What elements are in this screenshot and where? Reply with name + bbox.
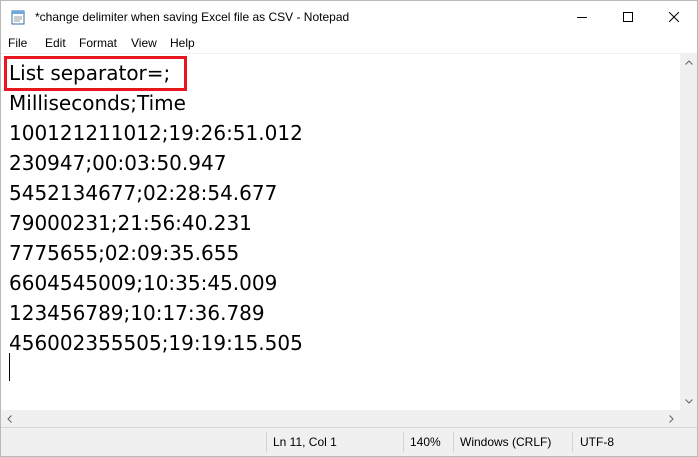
maximize-icon <box>623 12 633 22</box>
menu-help[interactable]: Help <box>170 36 195 50</box>
editor-line-3[interactable]: 100121211012;19:26:51.012 <box>9 118 303 148</box>
chevron-right-icon <box>669 414 674 423</box>
editor-line-7[interactable]: 7775655;02:09:35.655 <box>9 238 239 268</box>
notepad-window: *change delimiter when saving Excel file… <box>0 0 698 457</box>
editor-line-8[interactable]: 6604545009;10:35:45.009 <box>9 268 277 298</box>
line-ending: Windows (CRLF) <box>460 435 552 449</box>
editor-line-4[interactable]: 230947;00:03:50.947 <box>9 148 226 178</box>
minimize-icon <box>577 17 587 18</box>
editor-line-10[interactable]: 456002355505;19:19:15.505 <box>9 328 303 358</box>
status-divider <box>572 432 573 452</box>
maximize-button[interactable] <box>605 1 651 33</box>
status-bar: Ln 11, Col 1 140% Windows (CRLF) UTF-8 <box>1 427 697 456</box>
encoding: UTF-8 <box>580 435 614 449</box>
scroll-right-button[interactable] <box>663 410 680 427</box>
chevron-up-icon <box>684 60 693 65</box>
menu-format[interactable]: Format <box>79 36 117 50</box>
close-icon <box>669 12 679 22</box>
menu-view[interactable]: View <box>131 36 157 50</box>
text-caret <box>9 353 10 381</box>
editor-line-6[interactable]: 79000231;21:56:40.231 <box>9 208 252 238</box>
status-divider <box>403 432 404 452</box>
close-button[interactable] <box>651 1 697 33</box>
editor-line-1[interactable]: List separator=; <box>9 58 170 88</box>
text-editor[interactable]: List separator=; Milliseconds;Time 10012… <box>1 54 680 410</box>
vertical-scrollbar[interactable] <box>680 54 697 410</box>
editor-line-9[interactable]: 123456789;10:17:36.789 <box>9 298 265 328</box>
menu-file[interactable]: File <box>8 36 27 50</box>
editor-line-2[interactable]: Milliseconds;Time <box>9 88 186 118</box>
editor-line-5[interactable]: 5452134677;02:28:54.677 <box>9 178 277 208</box>
notepad-icon <box>11 10 25 25</box>
scroll-up-button[interactable] <box>680 54 697 71</box>
chevron-left-icon <box>7 414 12 423</box>
chevron-down-icon <box>684 399 693 404</box>
status-divider <box>453 432 454 452</box>
title-bar[interactable]: *change delimiter when saving Excel file… <box>1 1 697 33</box>
menu-edit[interactable]: Edit <box>45 36 66 50</box>
scroll-down-button[interactable] <box>680 393 697 410</box>
horizontal-scrollbar[interactable] <box>1 410 680 427</box>
status-divider <box>266 432 267 452</box>
minimize-button[interactable] <box>559 1 605 33</box>
scrollbar-corner <box>680 410 697 427</box>
zoom-level: 140% <box>410 435 441 449</box>
cursor-position: Ln 11, Col 1 <box>273 435 337 449</box>
menu-bar: File Edit Format View Help <box>1 33 697 54</box>
scroll-left-button[interactable] <box>1 410 18 427</box>
window-title: *change delimiter when saving Excel file… <box>35 10 350 24</box>
